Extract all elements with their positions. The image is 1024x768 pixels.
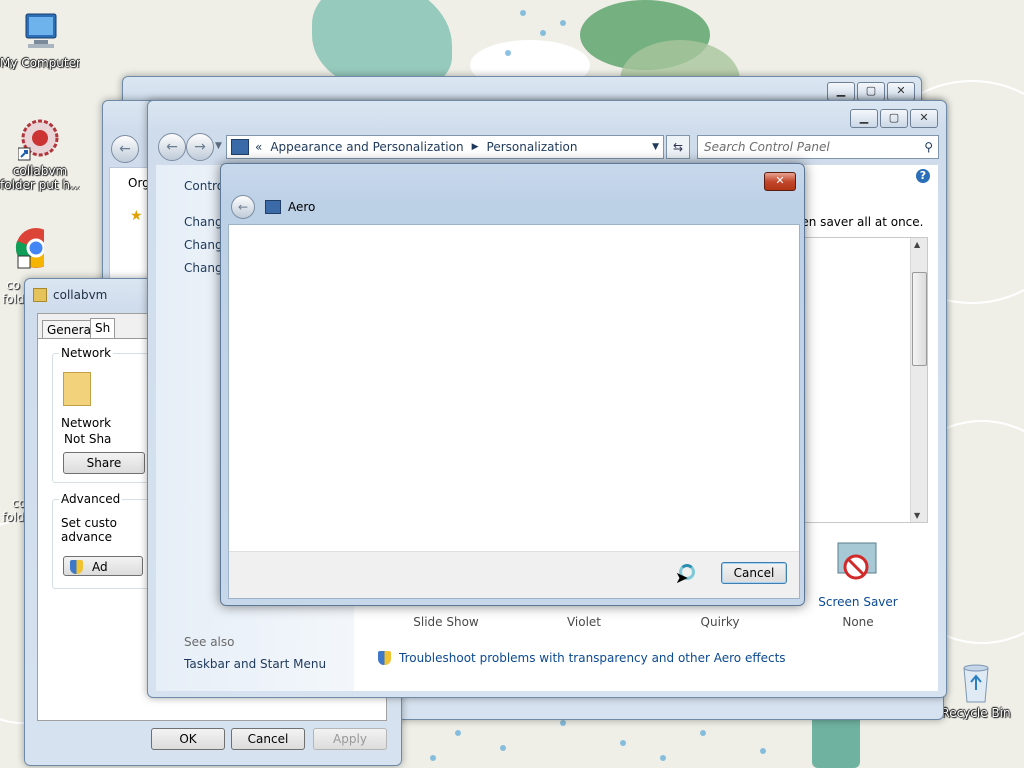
desktop-icon-collabvm[interactable]: collabvm folder put h... [0, 118, 80, 192]
advanced-sharing-button[interactable]: Ad [63, 556, 143, 576]
computer-icon [18, 10, 62, 54]
desktop-icon-label-line1: collabvm [12, 164, 68, 178]
favorites-icon: ★ [130, 208, 143, 224]
desktop-icon-my-computer[interactable]: My Computer [0, 10, 80, 70]
window-color-value[interactable]: Violet [524, 615, 644, 629]
folder-icon [33, 288, 47, 302]
maximize-button[interactable]: ▢ [857, 82, 885, 101]
advanced-text-line2: advance [61, 530, 113, 544]
sidebar-link[interactable]: Chang [184, 261, 223, 275]
cancel-button[interactable]: Cancel [721, 562, 787, 584]
maximize-button[interactable]: ▢ [880, 109, 908, 128]
troubleshoot-link[interactable]: Troubleshoot problems with transparency … [399, 651, 786, 665]
search-box[interactable]: Search Control Panel ⚲ [697, 135, 939, 159]
desktop-icon-chrome[interactable] [0, 226, 62, 270]
desktop-icon-recycle-bin[interactable]: Recycle Bin [936, 660, 1016, 720]
back-button[interactable]: ← [111, 135, 139, 163]
shield-icon [378, 651, 391, 665]
advanced-text-line1: Set custo [61, 516, 118, 530]
desktop-icon-label: fold [2, 510, 25, 524]
see-also-heading: See also [184, 635, 235, 649]
dialog-footer: ➤ Cancel [229, 551, 799, 598]
breadcrumb-separator-icon[interactable]: ▶ [472, 142, 479, 152]
themes-scrollbar[interactable]: ▲ ▼ [910, 238, 927, 522]
minimize-button[interactable]: ▁ [850, 109, 878, 128]
group-title: Network [59, 346, 114, 360]
share-status: Not Sha [64, 432, 112, 446]
scroll-up-icon[interactable]: ▲ [914, 240, 920, 249]
scroll-thumb[interactable] [912, 272, 927, 366]
refresh-button[interactable]: ⇆ [666, 135, 690, 159]
forward-button[interactable]: → [186, 133, 214, 161]
desktop-icon-label: fold [2, 292, 25, 306]
desktop-icon-label: Recycle Bin [941, 706, 1011, 720]
troubleshooter-content: ➤ Cancel [228, 224, 800, 599]
apply-button[interactable]: Apply [313, 728, 387, 750]
control-panel-icon [265, 200, 281, 214]
sidebar-link[interactable]: Chang [184, 215, 223, 229]
help-icon[interactable]: ? [916, 169, 930, 183]
desktop-icon-label: co [6, 278, 20, 292]
close-button[interactable]: ✕ [764, 172, 796, 191]
breadcrumb-personalization[interactable]: Personalization [487, 140, 578, 154]
close-button[interactable]: ✕ [887, 82, 915, 101]
sounds-value[interactable]: Quirky [660, 615, 780, 629]
taskbar-link[interactable]: Taskbar and Start Menu [184, 657, 326, 671]
screen-saver-link[interactable]: Screen Saver [798, 595, 918, 609]
close-button[interactable]: ✕ [910, 109, 938, 128]
intro-text: een saver all at once. [794, 215, 924, 229]
address-bar[interactable]: « Appearance and Personalization ▶ Perso… [226, 135, 664, 159]
cancel-button[interactable]: Cancel [231, 728, 305, 750]
network-label: Network [61, 416, 112, 430]
sidebar-link-control-panel-home[interactable]: Contro [184, 179, 224, 193]
screen-saver-icon[interactable] [832, 541, 882, 585]
tab-sharing[interactable]: Sh [90, 318, 116, 339]
dialog-title: Aero [288, 200, 316, 214]
dialog-title: collabvm [53, 288, 108, 302]
share-button[interactable]: Share [63, 452, 145, 474]
ok-button[interactable]: OK [151, 728, 225, 750]
recent-pages-chevron-icon[interactable]: ▼ [215, 141, 222, 151]
folder-icon [63, 372, 91, 406]
desktop-background-value[interactable]: Slide Show [386, 615, 506, 629]
scroll-down-icon[interactable]: ▼ [914, 511, 920, 520]
desktop-icon-label-line2: folder put h... [0, 178, 80, 192]
minimize-button[interactable]: ▁ [827, 82, 855, 101]
sidebar-link[interactable]: Chang [184, 238, 223, 252]
desktop-icon-label: My Computer [0, 56, 80, 70]
search-placeholder: Search Control Panel [704, 140, 830, 154]
search-icon[interactable]: ⚲ [924, 140, 933, 154]
back-button[interactable]: ← [231, 195, 255, 219]
breadcrumb-appearance[interactable]: Appearance and Personalization [270, 140, 463, 154]
mouse-cursor-icon: ➤ [675, 568, 689, 587]
back-button[interactable]: ← [158, 133, 186, 161]
control-panel-icon [231, 139, 249, 155]
chrome-icon [0, 226, 56, 270]
address-dropdown-icon[interactable]: ▼ [652, 142, 659, 152]
shield-icon [70, 560, 83, 574]
screen-saver-value: None [842, 615, 874, 629]
breadcrumb-overflow[interactable]: « [255, 140, 262, 154]
recycle-bin-icon [954, 660, 998, 704]
collabvm-shortcut-icon [17, 118, 62, 162]
group-title: Advanced [59, 492, 123, 506]
button-label: Ad [92, 560, 108, 574]
aero-dialog: ✕ ← Aero ➤ Cancel [220, 163, 805, 606]
